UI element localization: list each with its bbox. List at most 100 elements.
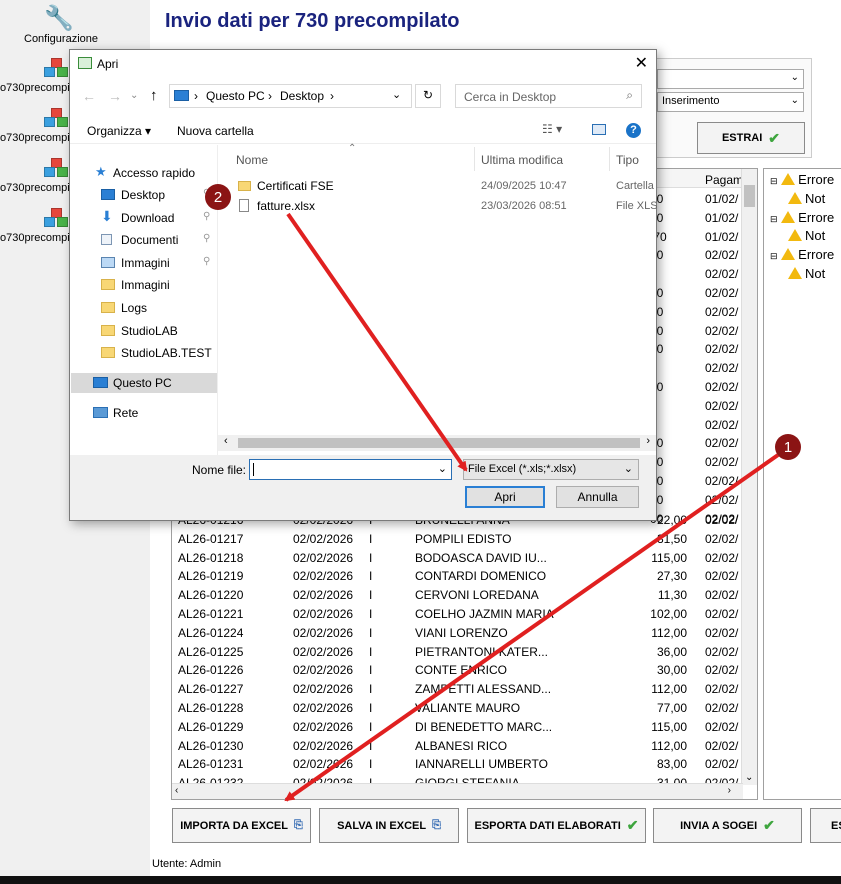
nav-item[interactable]: StudioLAB — [71, 321, 217, 341]
view-options-icon[interactable]: ☷ ▾ — [542, 122, 562, 136]
table-row[interactable]: AL26-01218 02/02/2026 I BODOASCA DAVID IU..… — [172, 549, 742, 568]
pay-date-cell: 01/02/ — [705, 210, 739, 225]
pay-date-cell: 02/02/ — [705, 248, 739, 263]
column-modified[interactable]: Ultima modifica — [481, 153, 563, 167]
tree-item[interactable]: Not — [788, 191, 825, 206]
table-row[interactable]: AL26-01231 02/02/2026 I IANNARELLI UMBERTO 8… — [172, 755, 742, 774]
pay-date-cell: 02/02/ — [705, 513, 739, 527]
table-row[interactable]: AL26-01217 02/02/2026 I POMPILI EDISTO 31,50… — [172, 530, 742, 549]
pin-icon[interactable]: ⚲ — [203, 256, 210, 267]
tree-item[interactable]: Not — [788, 228, 825, 243]
chevron-down-icon[interactable]: ⌄ — [392, 88, 401, 101]
chevron-down-icon[interactable]: ⌄ — [745, 772, 753, 783]
file-type-filter[interactable]: File Excel (*.xls;*.xlsx) ⌄ — [463, 459, 639, 480]
tree-item[interactable]: ⊟ Errore — [770, 247, 834, 262]
cancel-button[interactable]: Annulla — [556, 486, 639, 508]
refresh-button[interactable]: ↻ — [415, 84, 441, 108]
configuration-label: Configurazione — [24, 33, 98, 45]
table-row[interactable]: AL26-01225 02/02/2026 I PIETRANTONI KATER..… — [172, 643, 742, 662]
table-row[interactable]: AL26-01224 02/02/2026 I VIANI LORENZO 112,00… — [172, 624, 742, 643]
amount-cell: 83,00 — [656, 757, 687, 772]
tree-item[interactable]: ⊟ Errore — [770, 210, 834, 225]
check-icon: ✔ — [763, 817, 775, 833]
nav-quick-access[interactable]: ★ Accesso rapido — [71, 163, 217, 183]
breadcrumb-desktop[interactable]: Desktop — [280, 89, 324, 103]
nav-item[interactable]: Logs — [71, 298, 217, 318]
nav-item[interactable]: Immagini ⚲ — [71, 253, 217, 273]
nav-item[interactable]: StudioLAB.TEST — [71, 343, 217, 363]
save-excel-button[interactable]: SALVA IN EXCEL ⎘ — [319, 808, 459, 843]
back-arrow-icon[interactable]: ← — [82, 88, 96, 104]
import-excel-button[interactable]: IMPORTA DA EXCEL ⎘ — [172, 808, 311, 843]
new-folder-button[interactable]: Nuova cartella — [177, 124, 254, 138]
nav-this-pc[interactable]: Questo PC — [71, 373, 217, 393]
address-bar[interactable]: › Questo PC › Desktop › ⌄ — [169, 84, 412, 108]
send-sogei-button[interactable]: INVIA A SOGEI ✔ — [653, 808, 802, 843]
help-icon[interactable]: ? — [626, 123, 641, 138]
recent-chevron-icon[interactable]: ⌄ — [130, 90, 138, 101]
table-row[interactable]: AL26-01230 02/02/2026 I ALBANESI RICO 112,00… — [172, 737, 742, 756]
table-row[interactable]: AL26-01228 02/02/2026 I VALIANTE MAURO 77,00… — [172, 699, 742, 718]
nav-item[interactable]: ⬇ Download ⚲ — [71, 208, 217, 228]
expand-toggle-icon[interactable]: ⊟ — [770, 214, 778, 224]
breadcrumb-this-pc[interactable]: Questo PC — [206, 89, 265, 103]
up-arrow-icon[interactable]: ↑ — [150, 87, 158, 104]
file-list[interactable]: Nome ⌃ Ultima modifica Tipo Certificati … — [218, 143, 658, 455]
filename-input[interactable]: ⌄ — [249, 459, 452, 480]
table-row[interactable]: AL26-01226 02/02/2026 I CONTE ENRICO 30,00 02… — [172, 661, 742, 680]
table-row[interactable]: AL26-01229 02/02/2026 I DI BENEDETTO MARC..… — [172, 718, 742, 737]
period-combo[interactable]: ⌄ — [657, 69, 804, 89]
file-name: Certificati FSE — [257, 179, 334, 193]
more-button[interactable]: ES — [810, 808, 841, 843]
name-cell: PIETRANTONI KATER... — [415, 644, 548, 659]
type-cell: I — [369, 644, 373, 659]
extract-button[interactable]: ESTRAI ✔ — [697, 122, 805, 154]
chevron-left-icon[interactable]: ‹ — [224, 435, 228, 447]
forward-arrow-icon[interactable]: → — [108, 88, 122, 104]
table-row[interactable]: AL26-01227 02/02/2026 I ZAMPETTI ALESSAND..… — [172, 680, 742, 699]
expand-toggle-icon[interactable]: ⊟ — [770, 176, 778, 186]
chevron-down-icon[interactable]: ⌄ — [438, 462, 447, 475]
nav-item[interactable]: Immagini — [71, 275, 217, 295]
expand-toggle-icon[interactable]: ⊟ — [770, 251, 778, 261]
grid-horizontal-scrollbar[interactable]: ‹ › — [172, 783, 743, 799]
folder-icon — [101, 279, 115, 291]
dialog-toolbar: Organizza ▾ Nuova cartella ☷ ▾ ? — [70, 118, 656, 144]
search-input[interactable]: Cerca in Desktop ⌕ — [455, 84, 642, 108]
chevron-left-icon[interactable]: ‹ — [175, 785, 178, 796]
table-row[interactable]: AL26-01221 02/02/2026 I COELHO JAZMIN MARIA… — [172, 605, 742, 624]
export-button[interactable]: ESPORTA DATI ELABORATI ✔ — [467, 808, 646, 843]
scroll-thumb[interactable] — [238, 438, 640, 448]
save-excel-label: SALVA IN EXCEL — [337, 819, 427, 832]
grid-vertical-scrollbar[interactable]: ⌄ — [741, 169, 757, 785]
nav-item[interactable]: Desktop⚲ — [71, 185, 217, 205]
scroll-thumb[interactable] — [744, 185, 755, 207]
pin-icon[interactable]: ⚲ — [203, 211, 210, 222]
tree-item[interactable]: ⊟ Errore — [770, 172, 834, 187]
pin-icon[interactable]: ⚲ — [203, 233, 210, 244]
file-item-folder[interactable]: Certificati FSE 24/09/2025 10:47 Cartella — [218, 177, 656, 196]
preview-pane-icon[interactable] — [592, 124, 606, 135]
nav-item[interactable]: Documenti ⚲ — [71, 230, 217, 250]
tree-item[interactable]: Not — [788, 266, 825, 281]
organize-menu[interactable]: Organizza ▾ — [87, 124, 151, 138]
open-button[interactable]: Apri — [465, 486, 545, 508]
file-list-scrollbar[interactable]: ‹ › — [218, 435, 656, 451]
mode-combo[interactable]: Inserimento ⌄ — [657, 92, 804, 112]
pay-date-cell: 02/02/ — [705, 719, 739, 734]
table-row[interactable]: AL26-01220 02/02/2026 I CERVONI LOREDANA 11,… — [172, 586, 742, 605]
step-badge-1: 1 — [775, 434, 801, 460]
column-name[interactable]: Nome — [236, 153, 268, 167]
chevron-right-icon[interactable]: › — [728, 785, 731, 796]
navigation-pane[interactable]: ★ Accesso rapido Desktop⚲ ⬇Download⚲Docum… — [71, 145, 217, 455]
nav-network[interactable]: Rete — [71, 403, 217, 423]
code-cell: AL26-01220 — [178, 588, 244, 603]
file-item-xlsx[interactable]: fatture.xlsx 23/03/2026 08:51 File XLS — [218, 197, 658, 216]
date-cell: 02/02/2026 — [293, 550, 354, 565]
column-type[interactable]: Tipo — [616, 153, 639, 167]
table-row[interactable]: AL26-01219 02/02/2026 I CONTARDI DOMENICO 27… — [172, 567, 742, 586]
chevron-right-icon[interactable]: › — [646, 435, 650, 447]
close-icon[interactable]: ✕ — [635, 53, 648, 73]
error-tree[interactable]: ⊟ Errore Not ⊟ Errore Not ⊟ Errore Not — [763, 168, 841, 800]
configuration-button[interactable]: 🔧 Configurazione — [0, 2, 120, 46]
